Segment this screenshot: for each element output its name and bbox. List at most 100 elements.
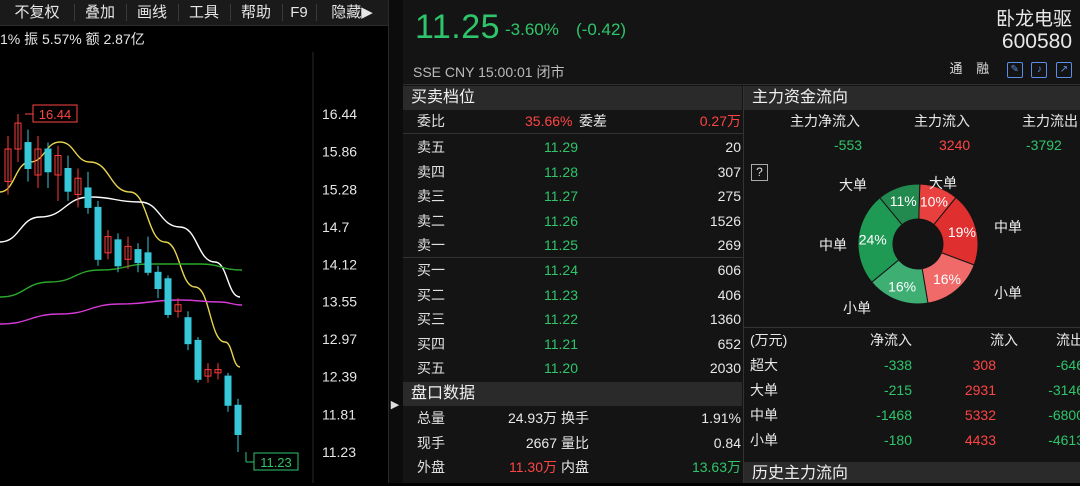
daily-stats: 1% 振 5.57% 额 2.87亿	[0, 31, 145, 47]
capital-table-row: 大单 -215 2931 -3146	[744, 379, 1080, 401]
bid-row[interactable]: 买一 11.24 606	[403, 259, 743, 281]
level-label: 卖五	[417, 139, 445, 155]
menu-item-6[interactable]: 隐藏▶	[316, 0, 388, 25]
net-inflow-value: -553	[834, 137, 863, 153]
edit-icon[interactable]: ✎	[1006, 61, 1023, 78]
capital-row-in: 5332	[964, 407, 996, 423]
level-price: 11.28	[544, 163, 578, 180]
alert-bell-icon[interactable]: ♪	[1031, 61, 1048, 78]
pie-slice-name: 小单	[994, 285, 1022, 301]
price-tick-label: 13.55	[322, 293, 357, 309]
outflow-value: -3792	[1026, 137, 1062, 153]
level-label: 买三	[417, 311, 445, 327]
market-value-2: 1.91%	[701, 410, 741, 426]
candle-body	[24, 142, 32, 169]
quote-panel: 11.25 -3.60% (-0.42) 卧龙电驱 600580 SSE CNY…	[403, 0, 1080, 483]
level-volume: 275	[717, 188, 741, 204]
pie-slice-name: 大单	[839, 177, 867, 193]
margin-badge-rong: 融	[976, 61, 990, 76]
badge-bar: 通 融 ✎ ♪ ↗	[949, 58, 1072, 78]
menu-item-5[interactable]: F9	[282, 0, 316, 25]
level-volume: 1526	[709, 212, 741, 229]
diff-label: 委差	[579, 113, 607, 129]
ratio-value: 35.66%	[525, 113, 573, 129]
menu-item-3[interactable]: 工具	[178, 0, 230, 25]
candle-body	[64, 167, 72, 192]
ask-row[interactable]: 卖三 11.27 275	[403, 185, 743, 207]
candle-body	[154, 271, 162, 290]
capital-row-in: 308	[972, 357, 996, 373]
capital-col-2: 流入	[990, 332, 1018, 348]
level-label: 卖四	[417, 163, 445, 180]
pie-slice-name: 大单	[929, 175, 957, 191]
candle-body	[144, 252, 152, 273]
pie-slice-name: 小单	[843, 300, 871, 316]
menu-separator	[316, 4, 317, 21]
candlestick-chart[interactable]: 16.44 15.86 15.28 14.7 14.12 13.55 12.97 12.39 1…	[0, 52, 388, 483]
menu-item-2[interactable]: 画线	[126, 0, 178, 25]
pie-slice-percent: 10%	[920, 193, 948, 209]
ratio-label: 委比	[417, 113, 445, 129]
market-row: 现手 2667 量比 0.84	[403, 432, 743, 454]
orderbook-ratio-row: 委比 35.66% 委差 0.27万	[403, 110, 743, 132]
market-row: 总量 24.93万 换手 1.91%	[403, 407, 743, 429]
menu-item-4[interactable]: 帮助	[230, 0, 282, 25]
pie-slice-name: 中单	[994, 219, 1022, 235]
bid-row[interactable]: 买三 11.22 1360	[403, 308, 743, 330]
moving-average-line	[0, 263, 243, 298]
menu-item-1[interactable]: 叠加	[74, 0, 126, 25]
capital-row-label: 大单	[750, 382, 778, 398]
price-tick-label: 11.23	[322, 444, 356, 460]
capital-col-1: 净流入	[870, 332, 912, 348]
level-volume: 20	[725, 139, 741, 155]
level-label: 买二	[417, 286, 445, 303]
candle-body	[44, 148, 52, 173]
capital-row-label: 中单	[750, 407, 778, 423]
kline-panel[interactable]: 不复权 叠加 画线 工具 帮助 F9 隐藏▶ 1% 振 5.57% 额 2.87亿 16.4…	[0, 0, 388, 483]
level-label: 买四	[417, 335, 445, 352]
capital-pie-chart: 10% 大单 19% 中单 16% 小单 16% 小单 24% 中单 11% 大单	[819, 175, 1022, 316]
market-value-2: 0.84	[713, 434, 741, 451]
pie-slice-percent: 24%	[859, 232, 887, 248]
level-volume: 2030	[709, 360, 741, 376]
pie-slice-percent: 11%	[890, 193, 917, 209]
price-tick-label: 11.81	[322, 406, 356, 422]
capital-table-divider	[744, 327, 1080, 328]
ask-row[interactable]: 卖二 11.26 1526	[403, 210, 743, 232]
level-price: 11.24	[544, 262, 578, 278]
ask-row[interactable]: 卖一 11.25 269	[403, 234, 743, 256]
level-volume: 652	[717, 335, 741, 352]
capital-table-row: 中单 -1468 5332 -6800	[744, 404, 1080, 426]
price-tick-label: 12.39	[322, 369, 357, 385]
bid-row[interactable]: 买四 11.21 652	[403, 333, 743, 355]
candle-body	[134, 249, 142, 264]
price-tick-label: 12.97	[322, 331, 357, 347]
inflow-value: 3240	[939, 137, 971, 153]
help-icon[interactable]: ?	[751, 164, 768, 181]
header-divider	[403, 84, 1080, 85]
bid-row[interactable]: 买二 11.23 406	[403, 284, 743, 306]
level-price: 11.23	[544, 286, 578, 303]
collapse-arrow-icon[interactable]: ▶	[389, 398, 401, 412]
bid-row[interactable]: 买五 11.20 2030	[403, 357, 743, 379]
ratio-divider	[403, 133, 743, 134]
capital-row-net: -215	[883, 382, 912, 398]
level-price: 11.22	[544, 311, 578, 327]
margin-badge-tong: 通	[949, 61, 963, 76]
level-label: 卖三	[417, 188, 445, 204]
ask-row[interactable]: 卖五 11.29 20	[403, 136, 743, 158]
menu-item-0[interactable]: 不复权	[0, 0, 74, 25]
level-price: 11.26	[544, 212, 578, 229]
low-price-tag: 11.23	[260, 455, 292, 470]
ask-row[interactable]: 卖四 11.28 307	[403, 161, 743, 183]
chart-menubar: 不复权 叠加 画线 工具 帮助 F9 隐藏▶	[0, 0, 388, 26]
level-price: 11.27	[544, 188, 578, 204]
market-value-1: 11.30万	[509, 459, 557, 475]
capital-row-in: 4433	[964, 432, 996, 448]
level-price: 11.25	[544, 237, 578, 253]
capital-head-row: 主力净流入 主力流入 主力流出	[744, 110, 1080, 132]
capital-row-out: -646	[1055, 357, 1080, 373]
share-icon[interactable]: ↗	[1056, 61, 1072, 78]
change-amount: (-0.42)	[576, 20, 627, 39]
market-label-1: 总量	[417, 410, 445, 426]
